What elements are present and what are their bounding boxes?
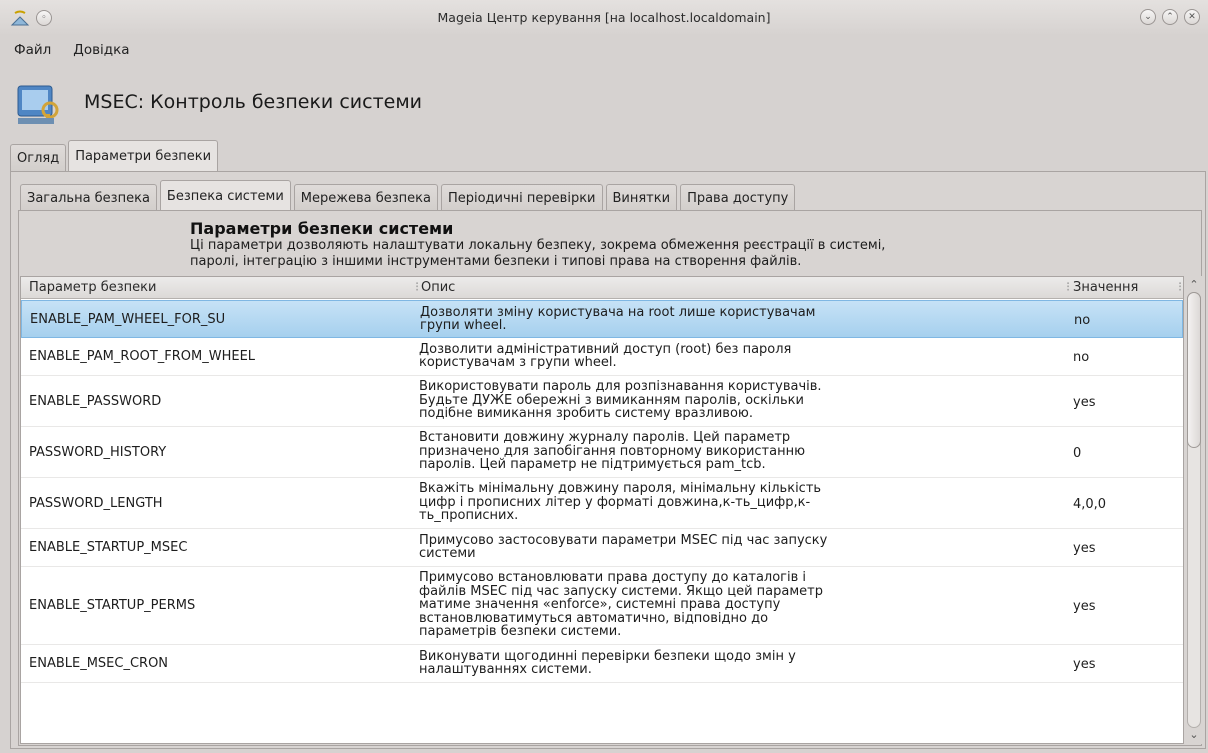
option-description: Дозволити адміністративний доступ (root)…: [419, 341, 939, 370]
table-row[interactable]: ENABLE_STARTUP_PERMS Примусово встановлюв…: [21, 567, 1183, 645]
close-button[interactable]: ✕: [1184, 9, 1200, 25]
column-header-option[interactable]: Параметр безпеки: [29, 280, 156, 295]
tab-periodic-checks[interactable]: Періодичні перевірки: [440, 184, 603, 211]
security-options-table: Параметр безпеки ⁝ Опис ⁝ Значення ⁝ ENA…: [20, 276, 1184, 744]
menu-bar: Файл Довідка: [0, 36, 134, 64]
option-description-line: Виконувати щогодинні перевірки безпеки щ…: [419, 648, 796, 664]
table-row[interactable]: ENABLE_MSEC_CRON Виконувати щогодинні пер…: [21, 645, 1183, 683]
option-name: ENABLE_PAM_WHEEL_FOR_SU: [30, 312, 226, 327]
option-description-line: Дозволити адміністративний доступ (root)…: [419, 341, 792, 357]
option-name: ENABLE_PASSWORD: [29, 393, 162, 409]
option-description-line: файлів MSEC під час запуску системи. Якщ…: [419, 583, 823, 599]
option-description-line: подібне вимикання зробить систему вразли…: [419, 406, 753, 422]
outer-tab-bar: Огляд Параметри безпеки: [10, 140, 220, 172]
option-description-line: Дозволяти зміну користувача на root лише…: [420, 304, 816, 320]
section-title: Параметри безпеки системи: [190, 219, 454, 238]
table-row[interactable]: ENABLE_PASSWORD Використовувати пароль дл…: [21, 376, 1183, 427]
option-description-line: ть_прописних.: [419, 508, 519, 524]
option-description-line: Вкажіть мінімальну довжину пароля, мінім…: [419, 481, 822, 497]
tab-system-security[interactable]: Безпека системи: [159, 180, 291, 211]
option-value[interactable]: yes: [1073, 541, 1095, 556]
option-description: Використовувати пароль для розпізнавання…: [419, 380, 939, 421]
tab-exceptions[interactable]: Винятки: [605, 184, 678, 211]
option-value[interactable]: no: [1073, 350, 1089, 365]
menu-file[interactable]: Файл: [10, 40, 55, 60]
option-description-line: матиме значення «enforce», системні прав…: [419, 597, 781, 613]
column-separator-icon: ⁝: [1178, 280, 1183, 295]
inner-tab-bar: Загальна безпека Безпека системи Мережев…: [20, 180, 798, 211]
option-name: ENABLE_STARTUP_MSEC: [29, 540, 188, 555]
menu-help[interactable]: Довідка: [69, 40, 133, 60]
option-description-line: Будьте ДУЖЕ обережні з вимиканням паролі…: [419, 392, 804, 408]
chevron-up-icon: ⌃: [1166, 11, 1174, 22]
window-title: Mageia Центр керування [на localhost.loc…: [437, 10, 771, 25]
scroll-down-icon[interactable]: ⌄: [1186, 728, 1202, 742]
option-name: PASSWORD_LENGTH: [29, 495, 163, 511]
table-scrollbar[interactable]: ⌃ ⌄: [1184, 276, 1204, 744]
option-description: Примусово застосовувати параметри MSEC п…: [419, 532, 939, 561]
option-description-line: Примусово застосовувати параметри MSEC п…: [419, 532, 828, 548]
section-description-line2: паролі, інтеграцію з іншими інструментам…: [190, 253, 802, 269]
section-description-line1: Ці параметри дозволяють налаштувати лока…: [190, 238, 886, 253]
option-description: Встановити довжину журналу паролів. Цей …: [419, 431, 939, 472]
option-description-line: налаштуваннях системи.: [419, 662, 592, 677]
option-value[interactable]: 0: [1073, 446, 1081, 461]
tab-permissions[interactable]: Права доступу: [680, 184, 796, 211]
section-description: Параметри безпеки системи Ці параметри д…: [190, 220, 1150, 269]
option-description-line: Використовувати пароль для розпізнавання…: [419, 379, 822, 395]
table-row[interactable]: PASSWORD_HISTORY Встановити довжину журна…: [21, 427, 1183, 478]
tab-security-settings[interactable]: Параметри безпеки: [68, 140, 219, 172]
option-name: ENABLE_PAM_ROOT_FROM_WHEEL: [29, 349, 256, 364]
tab-general-security[interactable]: Загальна безпека: [20, 184, 157, 211]
option-value[interactable]: no: [1074, 313, 1090, 328]
option-value[interactable]: yes: [1073, 395, 1095, 410]
option-value[interactable]: yes: [1073, 657, 1095, 672]
option-value[interactable]: yes: [1073, 599, 1095, 614]
page-header: MSEC: Контроль безпеки системи: [16, 78, 422, 126]
option-description-line: цифр і прописних літер у форматі довжина…: [419, 494, 811, 510]
option-name: ENABLE_STARTUP_PERMS: [29, 598, 196, 613]
option-description-line: призначено для запобігання повторному ви…: [419, 443, 806, 459]
column-separator-icon: ⁝: [415, 280, 420, 295]
option-description-line: паролів. Цей параметр не підтримується p…: [419, 457, 766, 473]
option-description: Дозволяти зміну користувача на root лише…: [420, 304, 940, 333]
table-row[interactable]: ENABLE_PAM_WHEEL_FOR_SU Дозволяти зміну к…: [21, 300, 1183, 338]
minimize-button[interactable]: ⌄: [1140, 9, 1156, 25]
table-row[interactable]: ENABLE_PAM_ROOT_FROM_WHEEL Дозволити адмі…: [21, 338, 1183, 376]
option-name: ENABLE_MSEC_CRON: [29, 656, 169, 671]
option-description-line: системи: [419, 546, 476, 561]
option-description-line: користувачам з групи wheel.: [419, 355, 617, 370]
option-description-line: Примусово встановлювати права доступу до…: [419, 570, 807, 586]
option-value[interactable]: 4,0,0: [1073, 497, 1106, 512]
chevron-down-icon: ⌄: [1144, 11, 1152, 22]
tab-overview[interactable]: Огляд: [10, 144, 67, 172]
option-description-line: параметрів безпеки системи.: [419, 624, 622, 640]
column-header-description[interactable]: Опис: [421, 280, 455, 295]
option-description: Вкажіть мінімальну довжину пароля, мінім…: [419, 482, 939, 523]
page-title: MSEC: Контроль безпеки системи: [84, 91, 423, 113]
option-description-line: встановлюватимуться автоматично, відпові…: [419, 610, 769, 626]
table-row[interactable]: PASSWORD_LENGTH Вкажіть мінімальну довжин…: [21, 478, 1183, 529]
column-header-value[interactable]: Значення: [1073, 280, 1138, 295]
maximize-button[interactable]: ⌃: [1162, 9, 1178, 25]
option-description-line: Встановити довжину журналу паролів. Цей …: [419, 430, 791, 446]
scrollbar-thumb[interactable]: [1187, 292, 1201, 448]
option-description-line: групи wheel.: [420, 318, 507, 333]
column-separator-icon: ⁝: [1066, 280, 1071, 295]
tab-network-security[interactable]: Мережева безпека: [293, 184, 438, 211]
option-name: PASSWORD_HISTORY: [29, 444, 167, 460]
option-description: Примусово встановлювати права доступу до…: [419, 571, 939, 639]
close-icon: ✕: [1188, 11, 1196, 22]
option-description: Виконувати щогодинні перевірки безпеки щ…: [419, 648, 939, 677]
scroll-up-icon[interactable]: ⌃: [1186, 278, 1202, 292]
table-row[interactable]: ENABLE_STARTUP_MSEC Примусово застосовува…: [21, 529, 1183, 567]
security-icon: [17, 85, 59, 124]
window-titlebar: ◦ Mageia Центр керування [на localhost.l…: [0, 0, 1208, 36]
table-header: Параметр безпеки ⁝ Опис ⁝ Значення ⁝: [21, 277, 1183, 299]
